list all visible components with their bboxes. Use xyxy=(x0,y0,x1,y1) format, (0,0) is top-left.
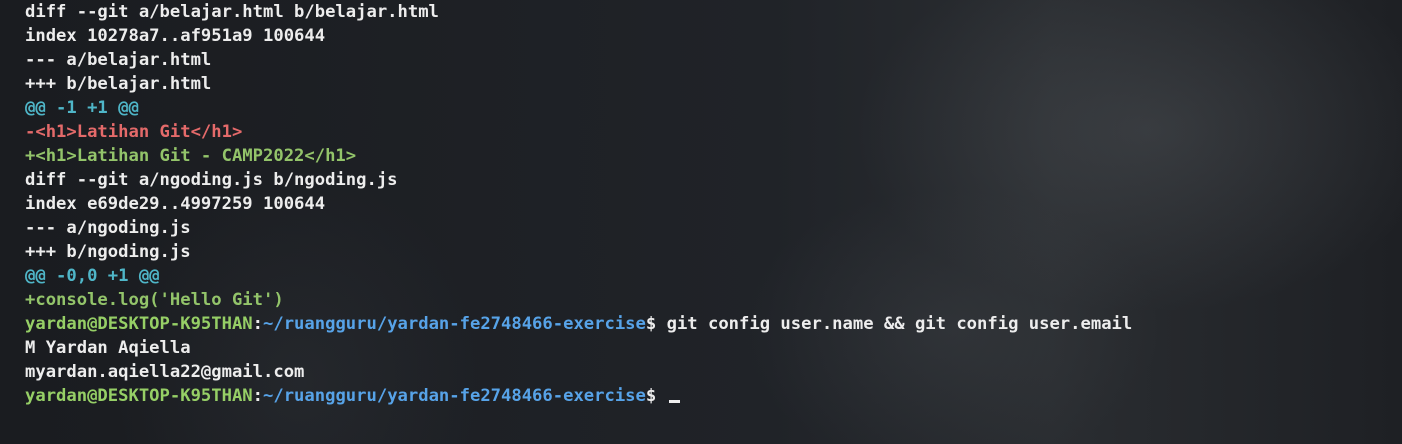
diff-new-file-line: +++ b/ngoding.js xyxy=(25,242,191,262)
diff-old-file-line: --- a/ngoding.js xyxy=(25,218,191,238)
prompt-input[interactable] xyxy=(656,386,666,406)
terminal-window[interactable]: diff --git a/belajar.html b/belajar.html… xyxy=(25,0,1402,444)
prompt-colon: : xyxy=(252,386,264,406)
diff-added-line: +console.log('Hello Git') xyxy=(25,290,284,310)
diff-header-line: diff --git a/belajar.html b/belajar.html xyxy=(25,2,439,22)
prompt-user-host: yardan@DESKTOP-K95THAN xyxy=(25,314,253,334)
prompt-command: git config user.name && git config user.… xyxy=(656,314,1133,334)
diff-hunk-line: @@ -0,0 +1 @@ xyxy=(25,266,160,286)
prompt-user-host: yardan@DESKTOP-K95THAN xyxy=(25,386,253,406)
prompt-path: ~/ruangguru/yardan-fe2748466-exercise xyxy=(263,314,646,334)
diff-old-file-line: --- a/belajar.html xyxy=(25,50,212,70)
prompt-dollar: $ xyxy=(645,314,657,334)
prompt-colon: : xyxy=(252,314,264,334)
diff-hunk-line: @@ -1 +1 @@ xyxy=(25,98,139,118)
diff-added-line: +<h1>Latihan Git - CAMP2022</h1> xyxy=(25,146,357,166)
diff-header-line: diff --git a/ngoding.js b/ngoding.js xyxy=(25,170,398,190)
command-output-line: M Yardan Aqiella xyxy=(25,338,191,358)
command-output-line: myardan.aqiella22@gmail.com xyxy=(25,362,305,382)
prompt-dollar: $ xyxy=(645,386,657,406)
diff-index-line: index 10278a7..af951a9 100644 xyxy=(25,26,326,46)
diff-deleted-line: -<h1>Latihan Git</h1> xyxy=(25,122,243,142)
shell-prompt-line: yardan@DESKTOP-K95THAN:~/ruangguru/yarda… xyxy=(25,312,1402,336)
shell-input-line[interactable]: yardan@DESKTOP-K95THAN:~/ruangguru/yarda… xyxy=(25,384,1402,408)
diff-index-line: index e69de29..4997259 100644 xyxy=(25,194,326,214)
text-cursor xyxy=(668,400,680,403)
prompt-path: ~/ruangguru/yardan-fe2748466-exercise xyxy=(263,386,646,406)
diff-new-file-line: +++ b/belajar.html xyxy=(25,74,212,94)
